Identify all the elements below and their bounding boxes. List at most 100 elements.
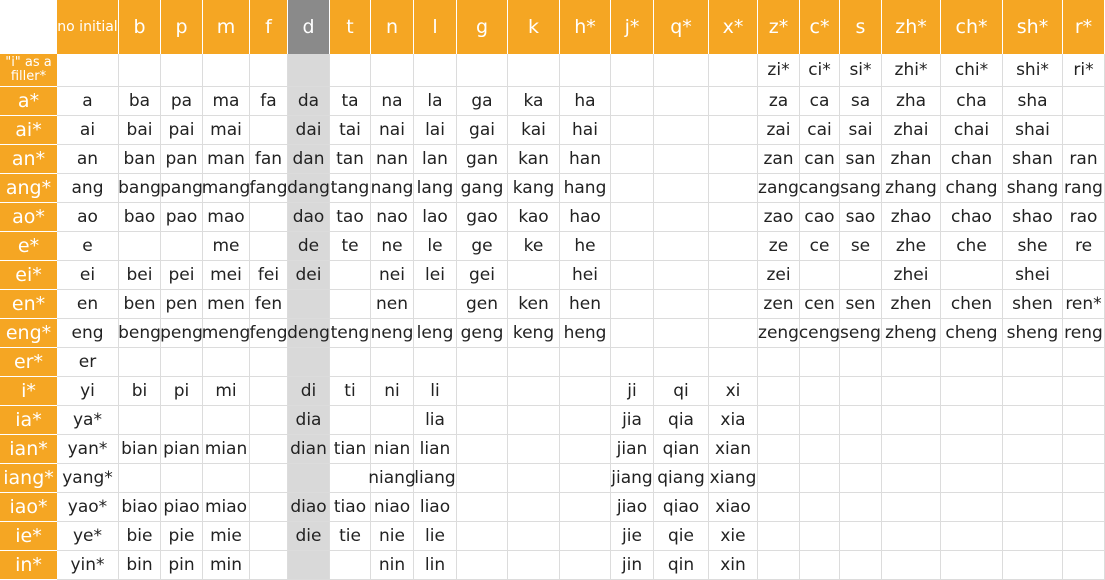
row-header: er* — [0, 348, 57, 377]
syllable-cell: se — [840, 232, 882, 261]
syllable-cell: tan — [330, 145, 371, 174]
syllable-cell: chai — [941, 116, 1003, 145]
syllable-cell: di — [288, 377, 330, 406]
syllable-cell: yao* — [57, 493, 119, 522]
syllable-cell: yang* — [57, 464, 119, 493]
syllable-cell — [611, 232, 654, 261]
syllable-cell: mi — [203, 377, 250, 406]
syllable-cell: rao — [1063, 203, 1105, 232]
syllable-cell — [508, 348, 560, 377]
syllable-cell: nang — [371, 174, 414, 203]
syllable-cell — [941, 435, 1003, 464]
syllable-cell — [709, 145, 758, 174]
syllable-cell: xiao — [709, 493, 758, 522]
syllable-cell: beng — [118, 319, 161, 348]
syllable-cell: cheng — [941, 319, 1003, 348]
syllable-cell — [800, 464, 840, 493]
syllable-cell — [250, 551, 288, 580]
syllable-cell — [508, 261, 560, 290]
pinyin-table: no initial b p m f d t n l g k h* j* q* x* z* c* s zh* ch* s… — [0, 0, 1105, 580]
syllable-cell: fan — [250, 145, 288, 174]
syllable-cell: dei — [288, 261, 330, 290]
column-header: zh* — [882, 0, 941, 54]
syllable-cell — [330, 261, 371, 290]
syllable-cell: seng — [840, 319, 882, 348]
syllable-cell: cang — [799, 174, 840, 203]
syllable-cell: she — [1003, 232, 1063, 261]
syllable-cell: man — [203, 145, 250, 174]
syllable-cell — [611, 174, 654, 203]
syllable-cell: ri* — [1063, 54, 1105, 87]
syllable-cell: eng — [57, 319, 119, 348]
syllable-cell: lao — [414, 203, 457, 232]
syllable-cell: pin — [161, 551, 203, 580]
syllable-cell: zi* — [758, 54, 800, 87]
syllable-cell — [1063, 348, 1105, 377]
syllable-cell: qia — [654, 406, 709, 435]
syllable-cell — [560, 377, 611, 406]
syllable-cell — [508, 493, 560, 522]
syllable-cell — [840, 377, 882, 406]
row-header: ai* — [0, 116, 57, 145]
syllable-cell: pang — [160, 174, 203, 203]
syllable-cell — [800, 377, 840, 406]
syllable-cell — [882, 377, 941, 406]
syllable-cell: ang — [57, 174, 119, 203]
syllable-cell — [611, 145, 654, 174]
syllable-cell — [758, 348, 800, 377]
syllable-cell: gen — [457, 290, 508, 319]
syllable-cell: ce — [800, 232, 840, 261]
syllable-cell: qiao — [654, 493, 709, 522]
syllable-cell — [371, 348, 414, 377]
column-header: r* — [1063, 0, 1105, 54]
syllable-cell — [560, 493, 611, 522]
syllable-cell — [119, 54, 161, 87]
syllable-cell — [1063, 522, 1105, 551]
row-header: ie* — [0, 522, 57, 551]
syllable-cell: zhen — [882, 290, 941, 319]
syllable-cell: tie — [330, 522, 371, 551]
syllable-cell: zeng — [758, 319, 800, 348]
syllable-cell: zai — [758, 116, 800, 145]
column-header: c* — [800, 0, 840, 54]
syllable-cell — [560, 348, 611, 377]
syllable-cell — [161, 406, 203, 435]
syllable-cell: ze — [758, 232, 800, 261]
syllable-cell — [800, 406, 840, 435]
syllable-cell: hei — [560, 261, 611, 290]
syllable-cell: zao — [758, 203, 800, 232]
syllable-cell: liao — [414, 493, 457, 522]
syllable-cell — [1003, 348, 1063, 377]
column-header: no initial — [57, 0, 119, 54]
column-header: n — [371, 0, 414, 54]
syllable-cell: kan — [508, 145, 560, 174]
syllable-cell: bai — [119, 116, 161, 145]
column-header: b — [119, 0, 161, 54]
syllable-cell: fen — [250, 290, 288, 319]
syllable-cell: lie — [414, 522, 457, 551]
syllable-cell: te — [330, 232, 371, 261]
syllable-cell: ben — [119, 290, 161, 319]
syllable-cell: liang — [414, 464, 457, 493]
syllable-cell: men — [203, 290, 250, 319]
syllable-cell — [611, 348, 654, 377]
syllable-cell — [161, 54, 203, 87]
syllable-cell: ai — [57, 116, 119, 145]
syllable-cell: nen — [371, 290, 414, 319]
syllable-cell: bi — [119, 377, 161, 406]
syllable-cell: zhi* — [882, 54, 941, 87]
syllable-cell: keng — [508, 319, 560, 348]
syllable-cell — [654, 87, 709, 116]
row-header: an* — [0, 145, 57, 174]
syllable-cell: niao — [371, 493, 414, 522]
syllable-cell — [941, 464, 1003, 493]
syllable-cell: rang — [1063, 174, 1105, 203]
syllable-cell: piao — [161, 493, 203, 522]
syllable-cell: meng — [202, 319, 250, 348]
syllable-cell — [709, 87, 758, 116]
syllable-cell — [1063, 87, 1105, 116]
row-header: ei* — [0, 261, 57, 290]
syllable-cell — [330, 464, 371, 493]
syllable-cell: ge — [457, 232, 508, 261]
syllable-cell — [941, 261, 1003, 290]
